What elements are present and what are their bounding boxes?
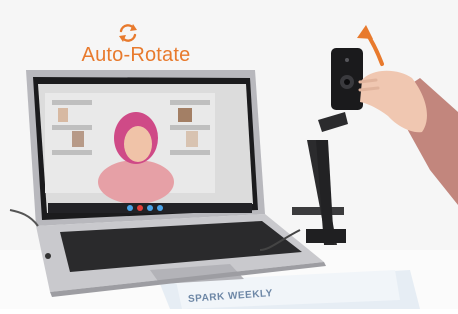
- product-scene: Auto-Rotate SPARK WEEKLY: [0, 0, 458, 309]
- scene-illustration: [0, 0, 458, 309]
- rotate-arrows-icon: [119, 24, 137, 42]
- person-body: [98, 160, 174, 204]
- feature-caption: Auto-Rotate: [81, 44, 191, 66]
- person-face: [124, 126, 152, 162]
